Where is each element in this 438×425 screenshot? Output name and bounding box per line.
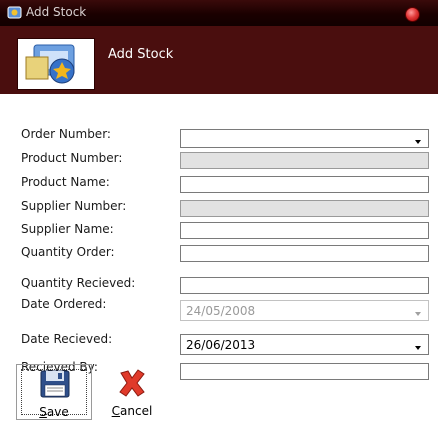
save-mnemonic: S [39,405,47,419]
window-title: Add Stock [26,5,87,19]
date-received-picker[interactable]: 26/06/2013 [180,334,429,355]
product-number-field[interactable] [180,152,429,169]
quantity-order-label: Quantity Order: [21,245,115,259]
chevron-down-icon[interactable] [411,302,425,319]
date-received-value: 26/06/2013 [186,338,256,352]
close-icon[interactable] [405,7,420,22]
floppy-disk-icon [40,370,70,398]
date-ordered-label: Date Ordered: [21,297,107,311]
quantity-received-label: Quantity Recieved: [21,276,136,290]
stock-logo-icon [17,38,95,90]
date-received-label: Date Recieved: [21,332,113,346]
cancel-label-rest: ancel [120,404,153,418]
cancel-button[interactable]: Cancel [94,364,170,420]
product-name-label: Product Name: [21,175,110,189]
order-number-combo[interactable] [180,129,429,148]
cancel-label: Cancel [94,404,170,418]
save-label: Save [17,405,91,419]
supplier-name-field[interactable] [180,222,429,239]
supplier-number-label: Supplier Number: [21,199,127,213]
header-banner: Add Stock [0,26,438,94]
save-label-rest: ave [46,405,69,419]
save-button[interactable]: Save [16,364,92,420]
page-title: Add Stock [108,47,174,62]
date-ordered-picker[interactable]: 24/05/2008 [180,300,429,321]
chevron-down-icon[interactable] [411,336,425,353]
order-number-label: Order Number: [21,127,111,141]
product-name-field[interactable] [180,176,429,193]
date-ordered-value: 24/05/2008 [186,304,256,318]
product-number-label: Product Number: [21,151,123,165]
app-icon [7,6,22,19]
action-buttons: Save Cancel [16,364,188,420]
supplier-name-label: Supplier Name: [21,222,114,236]
red-x-icon [119,369,145,397]
quantity-order-field[interactable] [180,245,429,262]
quantity-received-field[interactable] [180,277,429,294]
supplier-number-field[interactable] [180,200,429,217]
received-by-field[interactable] [180,363,429,380]
title-bar[interactable]: Add Stock [0,0,438,26]
add-stock-window: Add Stock Add Stock Order Number: Produc… [0,0,438,425]
cancel-mnemonic: C [111,404,121,418]
chevron-down-icon[interactable] [411,131,425,146]
